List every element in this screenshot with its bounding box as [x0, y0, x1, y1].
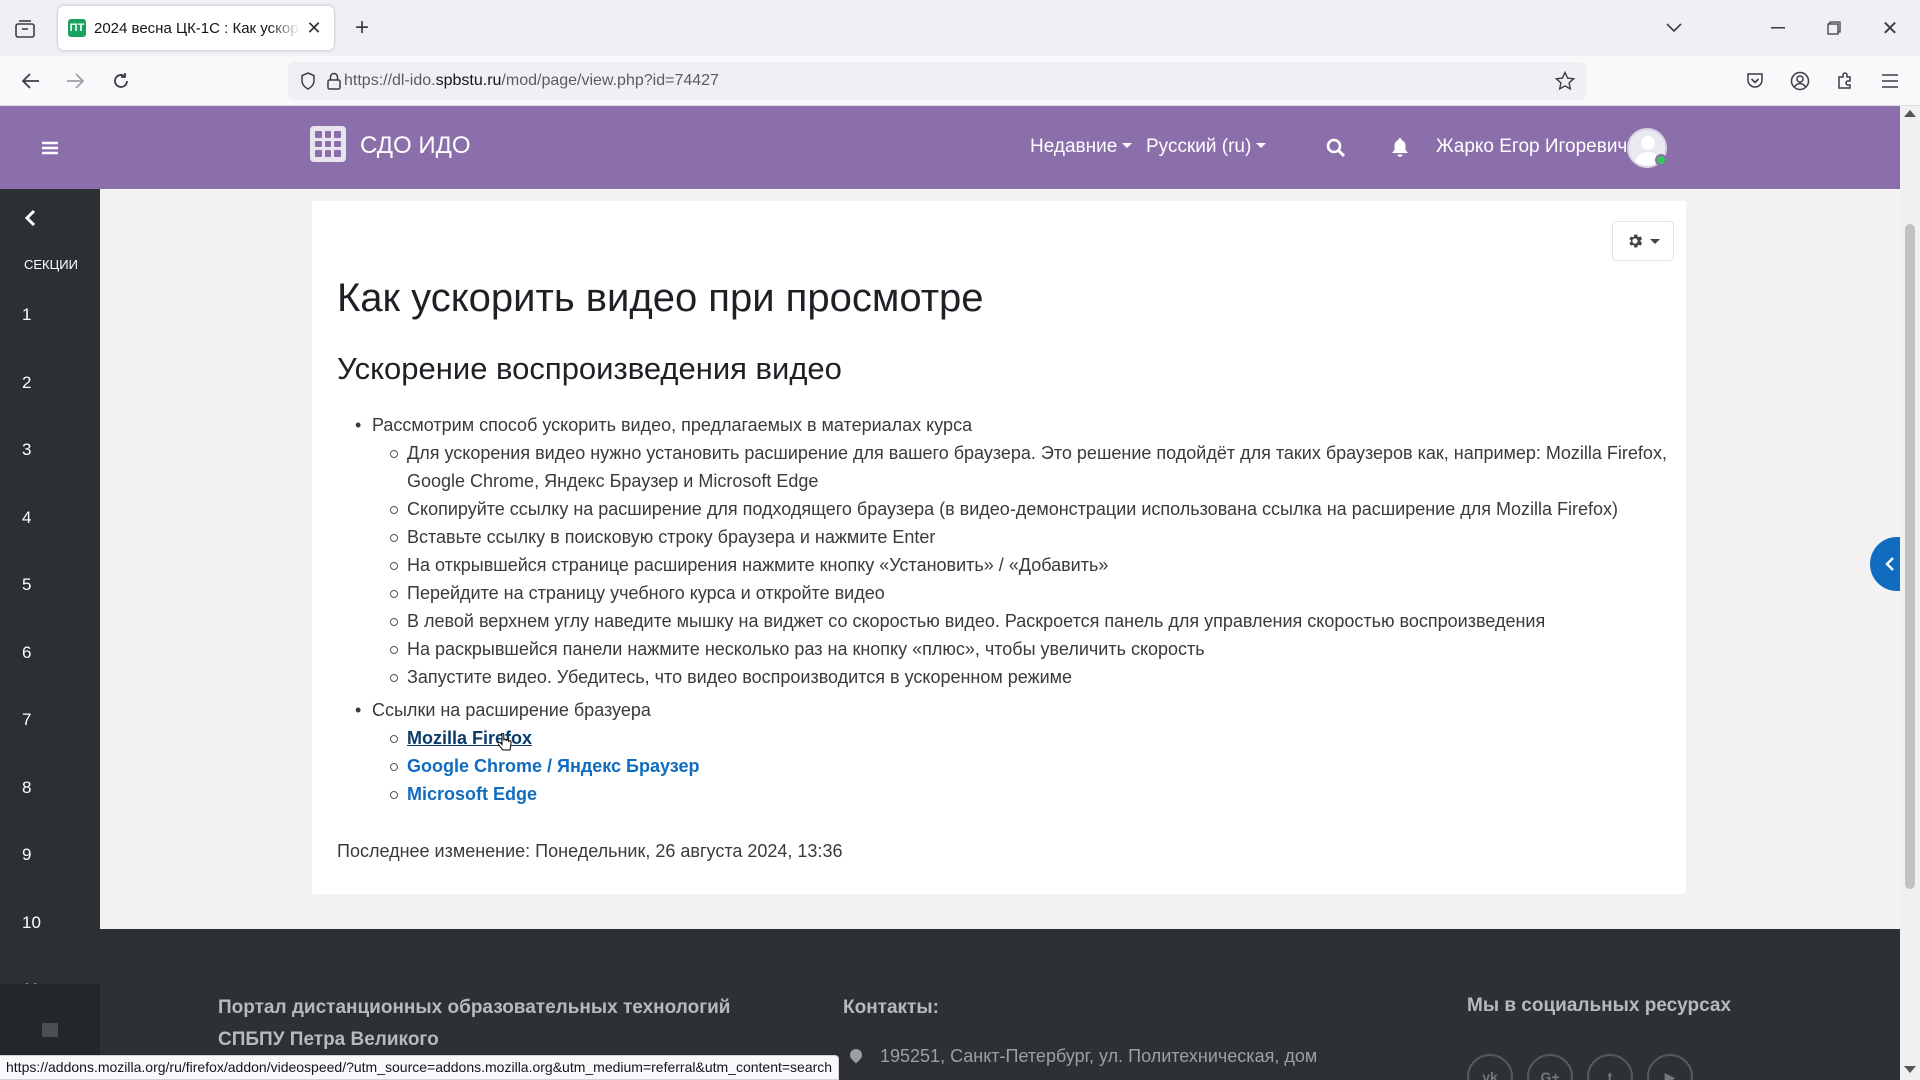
list-item: Mozilla Firefox	[337, 724, 1667, 752]
link-status-bar: https://addons.mozilla.org/ru/firefox/ad…	[0, 1055, 840, 1080]
recent-menu[interactable]: Недавние	[1030, 136, 1132, 158]
reload-icon[interactable]	[106, 66, 136, 96]
footer-portal-line1: Портал дистанционных образовательных тех…	[218, 997, 731, 1018]
caret-down-icon	[1650, 238, 1660, 244]
url-domain: spbstu.ru	[435, 72, 502, 89]
scroll-down-arrow-icon[interactable]	[1904, 1066, 1916, 1073]
site-name[interactable]: СДО ИДО	[360, 132, 471, 160]
forward-icon[interactable]	[60, 66, 90, 96]
site-logo[interactable]	[310, 126, 346, 162]
microsoft-edge-link[interactable]: Microsoft Edge	[407, 784, 537, 804]
sidebar-section-8[interactable]: 8	[22, 778, 31, 798]
close-window-icon[interactable]: ✕	[1876, 14, 1904, 42]
sections-title: Секции	[24, 257, 78, 272]
close-drawer-chevron-left-icon[interactable]	[18, 205, 42, 231]
links-list-title: Ссылки на расширение бразуера	[337, 696, 1667, 724]
user-name[interactable]: Жарко Егор Игоревич	[1436, 136, 1627, 158]
page-title: Как ускорить видео при просмотре	[337, 276, 984, 320]
steps-sublist: Для ускорения видео нужно установить рас…	[337, 439, 1667, 691]
course-index-drawer: Секции 1234567891011	[0, 189, 100, 1080]
site-header: СДО ИДО Недавние Русский (ru) Жарко Егор…	[0, 106, 1900, 189]
hamburger-menu-icon[interactable]	[36, 134, 64, 162]
list-item: На раскрывшейся панели нажмите несколько…	[337, 635, 1667, 663]
last-modified: Последнее изменение: Понедельник, 26 авг…	[337, 841, 843, 861]
language-menu[interactable]: Русский (ru)	[1146, 136, 1266, 158]
bookmark-star-icon[interactable]	[1554, 70, 1576, 92]
new-tab-icon[interactable]: +	[350, 14, 374, 42]
list-item: На открывшейся странице расширения нажми…	[337, 551, 1667, 579]
steps-list: Рассмотрим способ ускорить видео, предла…	[337, 411, 1667, 691]
sidebar-section-7[interactable]: 7	[22, 710, 31, 730]
youtube-icon[interactable]: ▶	[1647, 1054, 1693, 1080]
sidebar-section-5[interactable]: 5	[22, 575, 31, 595]
list-all-tabs-icon[interactable]	[1660, 14, 1688, 42]
list-item: Запустите видео. Убедитесь, что видео во…	[337, 663, 1667, 691]
sidebar-section-2[interactable]: 2	[22, 373, 31, 393]
browser-tab-bar: ПТ 2024 весна ЦК-1С : Как ускорить видео…	[0, 0, 1920, 56]
minimize-icon[interactable]	[1764, 14, 1792, 42]
extensions-icon[interactable]	[1832, 68, 1858, 94]
links-list: Ссылки на расширение бразуера Mozilla Fi…	[337, 696, 1667, 808]
block-icon[interactable]	[40, 1020, 60, 1040]
chevron-left-icon	[1885, 557, 1894, 571]
footer-social-title: Мы в социальных ресурсах	[1467, 995, 1732, 1016]
page-scrollbar[interactable]	[1900, 106, 1920, 1080]
active-tab[interactable]: ПТ 2024 весна ЦК-1С : Как ускорить видео…	[58, 6, 334, 50]
content-card: Как ускорить видео при просмотре Ускорен…	[312, 201, 1686, 894]
lock-icon[interactable]	[324, 71, 344, 91]
online-status-dot	[1655, 154, 1667, 166]
url-path: /mod/page/view.php?id=74427	[501, 72, 719, 89]
list-item: Вставьте ссылку в поисковую строку брауз…	[337, 523, 1667, 551]
close-tab-icon[interactable]: ✕	[304, 18, 324, 38]
google-chrome-yandex-link[interactable]: Google Chrome / Яндекс Браузер	[407, 756, 699, 776]
list-item: Google Chrome / Яндекс Браузер	[337, 752, 1667, 780]
notifications-bell-icon[interactable]	[1386, 133, 1414, 161]
scrollbar-thumb[interactable]	[1905, 224, 1915, 889]
sidebar-section-6[interactable]: 6	[22, 643, 31, 663]
google-plus-icon[interactable]: G+	[1527, 1054, 1573, 1080]
address-bar[interactable]: https://dl-ido.spbstu.ru/mod/page/view.p…	[288, 62, 1586, 100]
page-region: Как ускорить видео при просмотре Ускорен…	[100, 189, 1900, 929]
mozilla-firefox-link[interactable]: Mozilla Firefox	[407, 728, 532, 748]
sidebar-section-10[interactable]: 10	[22, 913, 41, 933]
back-icon[interactable]	[16, 66, 46, 96]
sidebar-section-1[interactable]: 1	[22, 305, 31, 325]
list-item: Скопируйте ссылку на расширение для подх…	[337, 495, 1667, 523]
browser-nav-bar: https://dl-ido.spbstu.ru/mod/page/view.p…	[0, 56, 1920, 106]
sidebar-section-3[interactable]: 3	[22, 440, 31, 460]
tab-list-icon[interactable]	[12, 16, 38, 42]
scroll-up-arrow-icon[interactable]	[1904, 110, 1916, 117]
account-icon[interactable]	[1787, 68, 1813, 94]
section-heading: Ускорение воспроизведения видео	[337, 351, 842, 386]
restore-icon[interactable]	[1820, 14, 1848, 42]
list-item: Microsoft Edge	[337, 780, 1667, 808]
list-item: В левой верхнем углу наведите мышку на в…	[337, 607, 1667, 635]
list-item: Для ускорения видео нужно установить рас…	[337, 439, 1667, 495]
gear-icon	[1629, 234, 1643, 248]
url-prefix: https://dl-ido.	[344, 72, 436, 89]
links-sublist: Mozilla Firefox Google Chrome / Яндекс Б…	[337, 724, 1667, 808]
url-text[interactable]: https://dl-ido.spbstu.ru/mod/page/view.p…	[344, 72, 719, 90]
sidebar-section-9[interactable]: 9	[22, 845, 31, 865]
pocket-icon[interactable]	[1742, 68, 1768, 94]
vk-icon[interactable]: vk	[1467, 1054, 1513, 1080]
footer-address: 195251, Санкт-Петербург, ул. Политехниче…	[880, 1046, 1318, 1066]
location-pin-icon	[847, 1046, 865, 1064]
app-menu-icon[interactable]	[1877, 68, 1903, 94]
footer-portal-line2: СПБПУ Петра Великого	[218, 1029, 439, 1050]
page-actions-gear-button[interactable]	[1612, 221, 1674, 261]
twitter-icon[interactable]: t	[1587, 1054, 1633, 1080]
steps-list-title: Рассмотрим способ ускорить видео, предла…	[337, 411, 1667, 439]
hand-cursor-icon	[498, 733, 512, 751]
tab-title: 2024 весна ЦК-1С : Как ускорить видео пр…	[94, 19, 300, 37]
tab-favicon-icon: ПТ	[68, 19, 86, 37]
list-item: Перейдите на страницу учебного курса и о…	[337, 579, 1667, 607]
search-icon[interactable]	[1322, 134, 1350, 162]
sidebar-section-4[interactable]: 4	[22, 508, 31, 528]
footer-contacts-title: Контакты:	[843, 997, 939, 1018]
tracking-protection-shield-icon[interactable]	[298, 71, 318, 91]
